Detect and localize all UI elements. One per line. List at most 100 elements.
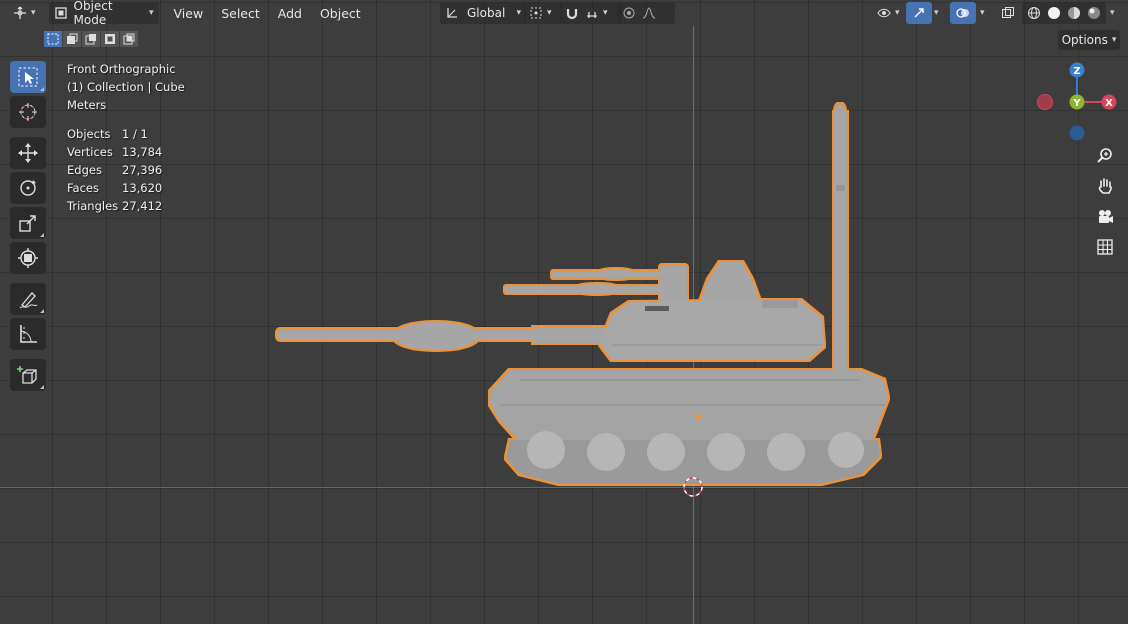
gizmo-y-label: Y xyxy=(1072,98,1081,109)
magnet-icon xyxy=(566,9,578,20)
select-invert-icon xyxy=(105,34,115,44)
gizmo-neg-z[interactable] xyxy=(1069,125,1085,141)
tank-body xyxy=(277,104,888,484)
snap-increment-icon xyxy=(587,12,597,18)
camera-icon xyxy=(1099,210,1113,223)
tool-select-box[interactable] xyxy=(10,61,46,93)
tool-shelf xyxy=(10,61,48,394)
menu-select[interactable]: Select xyxy=(212,6,269,21)
tool-move[interactable] xyxy=(10,137,46,169)
chevron-down-icon: ▾ xyxy=(149,8,154,18)
rotate-icon xyxy=(20,180,36,196)
falloff-curve-icon xyxy=(642,7,656,19)
chevron-down-icon: ▾ xyxy=(31,8,36,18)
tool-rotate[interactable] xyxy=(10,172,46,204)
stat-row: Triangles 27,412 xyxy=(67,199,163,213)
menu-object[interactable]: Object xyxy=(311,6,370,21)
tool-scale[interactable] xyxy=(10,207,46,239)
cursor-icon xyxy=(19,103,37,121)
mode-label: Object Mode xyxy=(73,0,113,27)
tool-transform[interactable] xyxy=(10,242,46,274)
stat-row: Faces 13,620 xyxy=(67,181,163,195)
grid-ortho-icon xyxy=(1097,239,1113,255)
material-shading-icon[interactable] xyxy=(1067,6,1081,20)
stat-row: Edges 27,396 xyxy=(67,163,163,177)
transform-icon xyxy=(18,248,38,268)
tool-cursor[interactable] xyxy=(10,96,46,128)
pivot-point-dropdown[interactable]: ▾ xyxy=(524,2,562,24)
select-intersect-button[interactable] xyxy=(120,31,138,47)
3d-viewport[interactable]: ▾ Object Mode ▾ View Select Add Object G… xyxy=(0,0,1128,624)
chevron-down-icon[interactable]: ▾ xyxy=(980,8,985,18)
object-origin[interactable] xyxy=(695,414,701,420)
gizmo-x-label: X xyxy=(1105,98,1113,109)
zoom-icon xyxy=(1097,148,1112,163)
select-new-button[interactable] xyxy=(44,31,62,47)
orientation-icon xyxy=(447,8,457,18)
chevron-down-icon[interactable]: ▾ xyxy=(1110,8,1115,18)
units-label: Meters xyxy=(67,98,107,112)
gizmo-neg-x[interactable] xyxy=(1037,94,1053,110)
visibility-dropdown[interactable]: ▾ xyxy=(872,2,905,24)
pivot-icon xyxy=(530,7,542,19)
select-extend-icon xyxy=(67,33,78,44)
shading-modes xyxy=(1022,2,1106,24)
select-invert-button[interactable] xyxy=(101,31,119,47)
chevron-down-icon: ▾ xyxy=(1111,35,1117,45)
select-subtract-button[interactable] xyxy=(82,31,100,47)
options-dropdown[interactable]: Options ▾ xyxy=(1058,30,1120,50)
menu-view[interactable]: View xyxy=(165,6,213,21)
gizmo-icon xyxy=(914,8,924,18)
scale-icon xyxy=(19,215,36,232)
select-subtract-icon xyxy=(85,34,96,45)
stat-row: Vertices 13,784 xyxy=(67,145,163,159)
collection-info: (1) Collection | Cube xyxy=(67,80,185,94)
tool-measure[interactable] xyxy=(10,318,46,350)
stat-row: Objects 1 / 1 xyxy=(67,127,148,141)
gizmo-z-label: Z xyxy=(1073,66,1080,77)
proportional-edit-icon xyxy=(623,7,635,19)
editor-type-button[interactable]: ▾ xyxy=(8,2,41,24)
chevron-down-icon: ▾ xyxy=(895,8,900,18)
solid-shading-icon[interactable] xyxy=(1047,6,1061,20)
move-icon xyxy=(18,143,38,163)
zoom-button[interactable] xyxy=(1092,143,1118,169)
pan-button[interactable] xyxy=(1092,173,1118,199)
menu-add[interactable]: Add xyxy=(269,6,311,21)
overlays-toggle[interactable] xyxy=(950,2,976,24)
chevron-down-icon: ▾ xyxy=(516,8,521,18)
transform-orientation-dropdown[interactable]: Global ▾ xyxy=(440,2,526,24)
pan-hand-icon xyxy=(1098,178,1112,194)
viewport-info-overlay: Front Orthographic (1) Collection | Cube… xyxy=(67,60,185,215)
gizmo-toggle[interactable] xyxy=(906,2,932,24)
select-new-icon xyxy=(47,33,59,45)
hatch xyxy=(645,306,669,311)
selection-mode-buttons xyxy=(44,31,139,47)
xray-toggle[interactable] xyxy=(996,2,1020,24)
chevron-down-icon: ▾ xyxy=(547,8,552,18)
rendered-shading-icon[interactable] xyxy=(1087,6,1101,20)
select-extend-button[interactable] xyxy=(63,31,81,47)
xray-icon xyxy=(1002,7,1014,18)
overlays-icon xyxy=(956,8,969,18)
annotate-icon xyxy=(19,292,38,309)
snap-toggle[interactable]: ▾ xyxy=(560,2,622,24)
tool-add-cube[interactable] xyxy=(10,359,46,391)
navigation-gizmo[interactable]: Z X Y xyxy=(1034,60,1118,144)
camera-view-button[interactable] xyxy=(1092,204,1118,230)
add-cube-icon xyxy=(17,366,37,384)
mode-dropdown[interactable]: Object Mode ▾ xyxy=(48,0,159,27)
editor-type-icon xyxy=(14,6,26,19)
select-intersect-icon xyxy=(123,33,135,45)
view-name: Front Orthographic xyxy=(67,62,176,76)
wireframe-shading-icon[interactable] xyxy=(1027,6,1041,20)
chevron-down-icon[interactable]: ▾ xyxy=(934,8,939,18)
proportional-edit-toggle[interactable] xyxy=(617,2,675,24)
tool-annotate[interactable] xyxy=(10,283,46,315)
ortho-perspective-button[interactable] xyxy=(1092,234,1118,260)
orientation-label: Global xyxy=(467,6,506,20)
eye-icon xyxy=(877,8,891,18)
viewport-header: ▾ Object Mode ▾ View Select Add Object G… xyxy=(0,0,1128,27)
options-label: Options xyxy=(1061,33,1108,47)
chevron-down-icon: ▾ xyxy=(603,8,608,18)
